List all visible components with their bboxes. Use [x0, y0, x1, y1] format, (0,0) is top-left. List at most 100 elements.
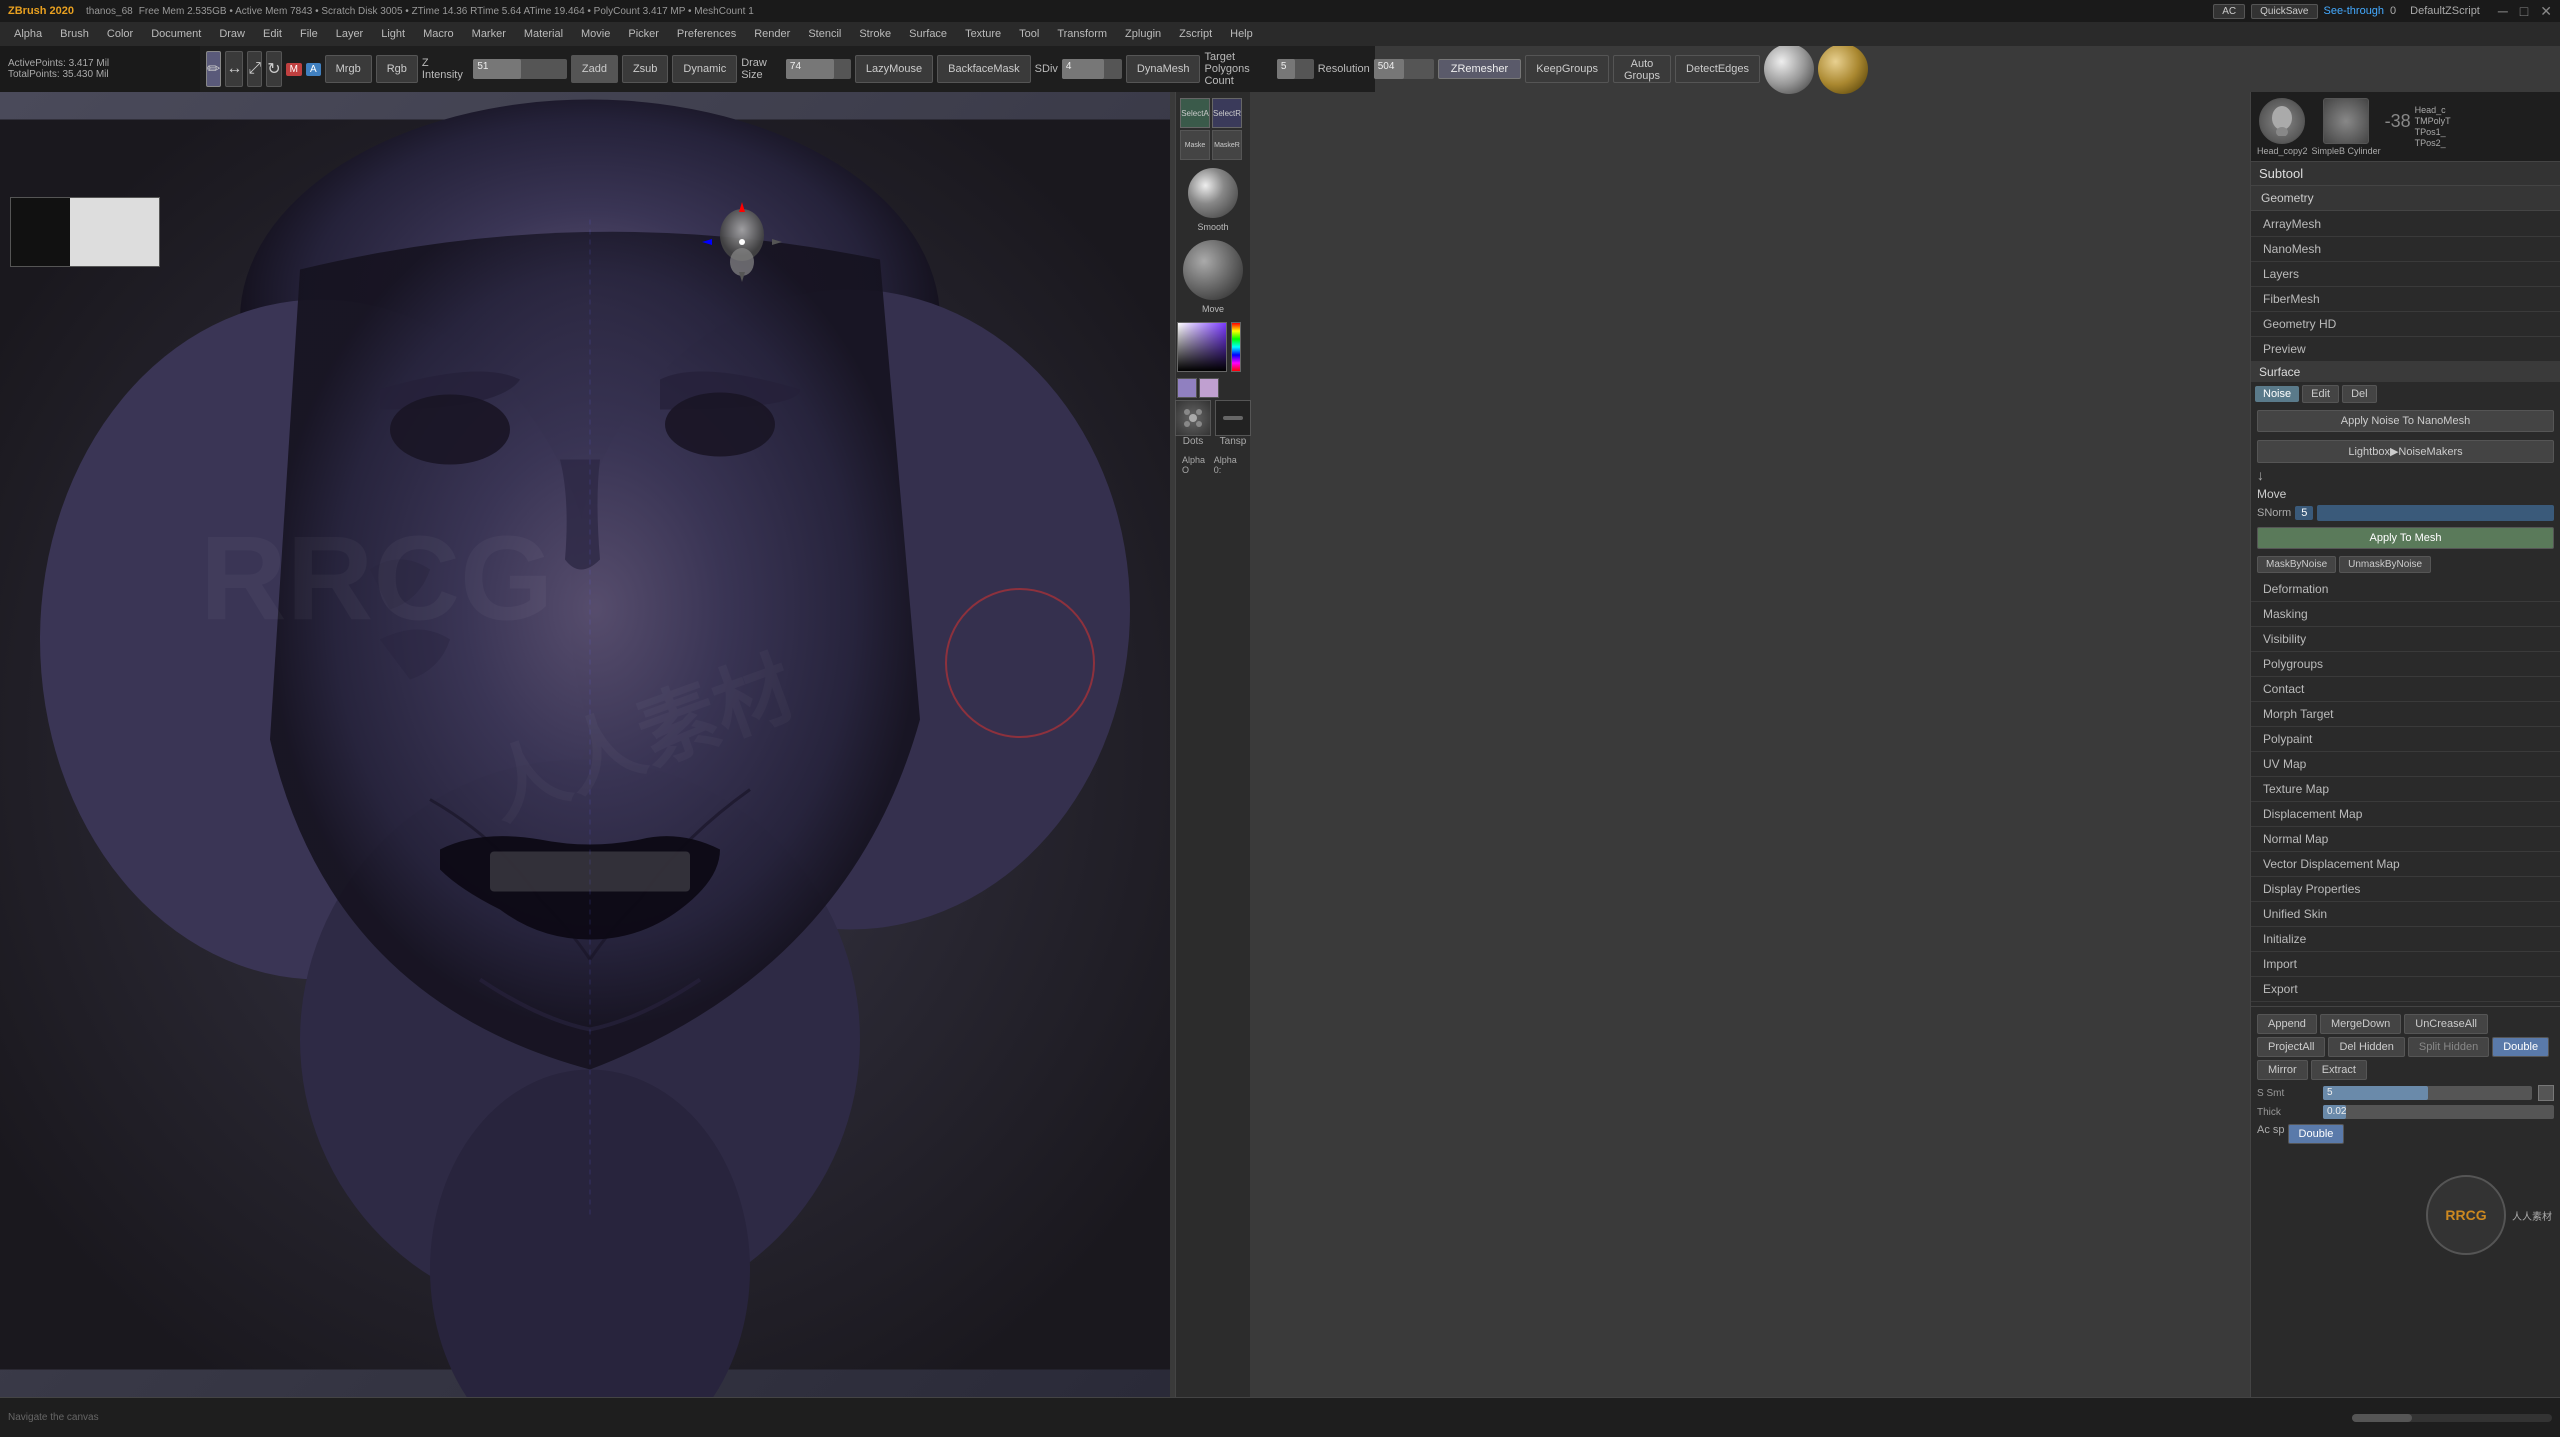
menu-help[interactable]: Help: [1222, 26, 1261, 42]
keepgroups-button[interactable]: KeepGroups: [1525, 55, 1609, 83]
select-a-btn[interactable]: SelectA: [1180, 98, 1210, 128]
menu-file[interactable]: File: [292, 26, 326, 42]
del-hidden-btn[interactable]: Del Hidden: [2328, 1037, 2404, 1057]
mask-r-btn[interactable]: MaskeR: [1212, 130, 1242, 160]
menu-marker[interactable]: Marker: [464, 26, 514, 42]
menu-material[interactable]: Material: [516, 26, 571, 42]
dynamic-button[interactable]: Dynamic: [672, 55, 737, 83]
scroll-indicator[interactable]: [2352, 1414, 2552, 1422]
navigation-compass[interactable]: [700, 200, 785, 285]
append-btn[interactable]: Append: [2257, 1014, 2317, 1034]
del-button[interactable]: Del: [2342, 385, 2377, 403]
noise-button[interactable]: Noise: [2255, 386, 2299, 402]
menu-picker[interactable]: Picker: [620, 26, 667, 42]
close-icon[interactable]: ✕: [2540, 3, 2552, 20]
menu-draw[interactable]: Draw: [211, 26, 253, 42]
contact-item[interactable]: Contact: [2251, 677, 2560, 702]
color-swatch-2[interactable]: [1199, 378, 1219, 398]
color-swatch-1[interactable]: [1177, 378, 1197, 398]
mesh-item-head[interactable]: Head_copy2: [2257, 98, 2308, 156]
apply-to-mesh-btn[interactable]: Apply To Mesh: [2257, 527, 2554, 549]
z-intensity-slider[interactable]: 51: [473, 59, 567, 79]
menu-document[interactable]: Document: [143, 26, 209, 42]
draw-tool-icon[interactable]: ✏: [206, 51, 221, 87]
nanomesh-item[interactable]: NanoMesh: [2251, 237, 2560, 262]
morph-target-item[interactable]: Morph Target: [2251, 702, 2560, 727]
draw-size-slider[interactable]: 74: [786, 59, 851, 79]
scale-tool-icon[interactable]: ⤢: [247, 51, 262, 87]
vector-displacement-map-item[interactable]: Vector Displacement Map: [2251, 852, 2560, 877]
edit-button[interactable]: Edit: [2302, 385, 2339, 403]
mesh-item-cylinder[interactable]: SimpleB Cylinder: [2312, 98, 2381, 156]
menu-layer[interactable]: Layer: [328, 26, 372, 42]
basic-material-sphere[interactable]: [1764, 44, 1814, 94]
s-smt-track[interactable]: 5: [2323, 1086, 2532, 1100]
rgb-button[interactable]: Rgb: [376, 55, 418, 83]
subtool-header[interactable]: Subtool: [2251, 162, 2560, 186]
backfacemask-button[interactable]: BackfaceMask: [937, 55, 1031, 83]
double2-btn[interactable]: Double: [2288, 1124, 2345, 1144]
menu-edit[interactable]: Edit: [255, 26, 290, 42]
displacement-map-item[interactable]: Displacement Map: [2251, 802, 2560, 827]
uncreaseall-btn[interactable]: UnCreaseAll: [2404, 1014, 2488, 1034]
menu-zplugin[interactable]: Zplugin: [1117, 26, 1169, 42]
cylinder-thumb[interactable]: [2323, 98, 2369, 144]
menu-preferences[interactable]: Preferences: [669, 26, 744, 42]
auto-groups-button[interactable]: Auto Groups: [1613, 55, 1671, 83]
move-tool-icon[interactable]: ↔: [225, 51, 243, 87]
thick-track[interactable]: 0.02: [2323, 1105, 2554, 1119]
color-picker[interactable]: [1177, 322, 1249, 394]
menu-render[interactable]: Render: [746, 26, 798, 42]
sdiv-slider[interactable]: 4: [1062, 59, 1122, 79]
quicksave-button[interactable]: QuickSave: [2251, 4, 2317, 19]
unmask-by-noise-btn[interactable]: UnmaskByNoise: [2339, 556, 2431, 573]
merge-down-btn[interactable]: MergeDown: [2320, 1014, 2401, 1034]
surface-header[interactable]: Surface: [2251, 362, 2560, 382]
m-tag[interactable]: M: [286, 63, 302, 76]
target-poly-slider[interactable]: 5: [1277, 59, 1314, 79]
zremesher-button[interactable]: ZRemesher: [1438, 59, 1521, 79]
project-all-btn[interactable]: ProjectAll: [2257, 1037, 2325, 1057]
deformation-item[interactable]: Deformation: [2251, 577, 2560, 602]
alpha-dots-icon[interactable]: [1175, 400, 1211, 436]
texture-map-item[interactable]: Texture Map: [2251, 777, 2560, 802]
unified-skin-item[interactable]: Unified Skin: [2251, 902, 2560, 927]
menu-color[interactable]: Color: [99, 26, 141, 42]
menu-transform[interactable]: Transform: [1049, 26, 1115, 42]
ac-button[interactable]: AC: [2213, 4, 2245, 19]
menu-macro[interactable]: Macro: [415, 26, 462, 42]
geometry-hd-item[interactable]: Geometry HD: [2251, 312, 2560, 337]
display-properties-item[interactable]: Display Properties: [2251, 877, 2560, 902]
mrgb-button[interactable]: Mrgb: [325, 55, 372, 83]
fibermesh-item[interactable]: FiberMesh: [2251, 287, 2560, 312]
lazymouse-button[interactable]: LazyMouse: [855, 55, 933, 83]
export-item[interactable]: Export: [2251, 977, 2560, 1002]
lightbox-noisemakers-btn[interactable]: Lightbox▶NoiseMakers: [2257, 440, 2554, 463]
menu-movie[interactable]: Movie: [573, 26, 618, 42]
color-hue-strip[interactable]: [1231, 322, 1241, 372]
menu-surface[interactable]: Surface: [901, 26, 955, 42]
rotate-tool-icon[interactable]: ↻: [266, 51, 281, 87]
import-item[interactable]: Import: [2251, 952, 2560, 977]
detect-edges-button[interactable]: DetectEdges: [1675, 55, 1760, 83]
maximize-icon[interactable]: □: [2520, 3, 2528, 19]
menu-stroke[interactable]: Stroke: [851, 26, 899, 42]
menu-texture[interactable]: Texture: [957, 26, 1009, 42]
double-btn[interactable]: Double: [2492, 1037, 2549, 1057]
arraymesh-item[interactable]: ArrayMesh: [2251, 212, 2560, 237]
split-hidden-btn[interactable]: Split Hidden: [2408, 1037, 2489, 1057]
head-thumb[interactable]: [2259, 98, 2305, 144]
menu-brush[interactable]: Brush: [52, 26, 97, 42]
mask-btn[interactable]: Maske: [1180, 130, 1210, 160]
minimize-icon[interactable]: ─: [2498, 3, 2508, 19]
masking-item[interactable]: Masking: [2251, 602, 2560, 627]
geometry-header[interactable]: Geometry: [2251, 186, 2560, 211]
alpha-stroke-icon[interactable]: [1215, 400, 1251, 436]
menu-zscript[interactable]: Zscript: [1171, 26, 1220, 42]
menu-alpha[interactable]: Alpha: [6, 26, 50, 42]
zadd-button[interactable]: Zadd: [571, 55, 618, 83]
zsub-button[interactable]: Zsub: [622, 55, 668, 83]
snorm-slider[interactable]: [2317, 505, 2554, 521]
uv-map-item[interactable]: UV Map: [2251, 752, 2560, 777]
visibility-item[interactable]: Visibility: [2251, 627, 2560, 652]
